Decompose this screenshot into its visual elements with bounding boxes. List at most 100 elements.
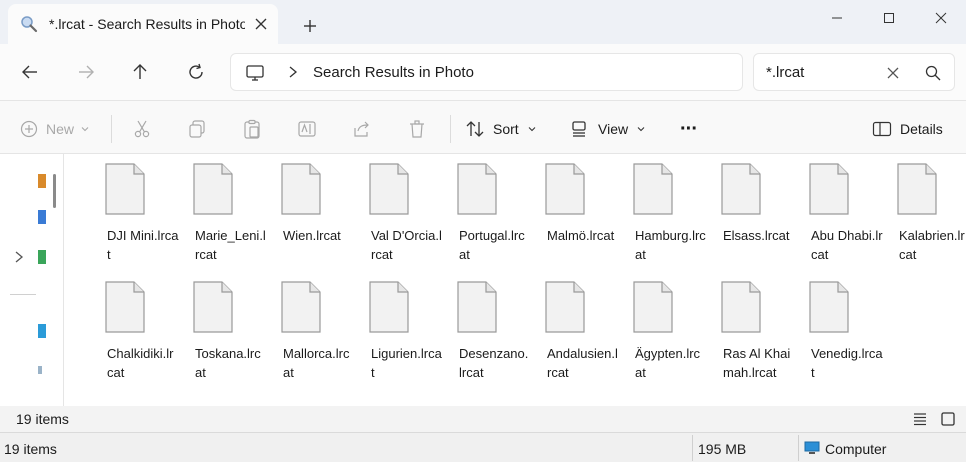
tab-title: *.lrcat - Search Results in Photo bbox=[49, 16, 245, 32]
navigation-pane bbox=[0, 154, 64, 406]
navigation-bar: Search Results in Photo *.lrcat bbox=[0, 44, 966, 100]
item-count-bar: 19 items bbox=[0, 406, 966, 432]
arrow-up-icon bbox=[133, 64, 147, 79]
file-icon bbox=[281, 163, 321, 215]
new-button[interactable]: New bbox=[20, 117, 90, 141]
desktop-icon[interactable] bbox=[38, 324, 46, 338]
file-name: Elsass.lrcat bbox=[723, 228, 790, 243]
address-bar[interactable]: Search Results in Photo bbox=[230, 53, 743, 91]
file-icon bbox=[281, 281, 321, 333]
title-bar: *.lrcat - Search Results in Photo bbox=[0, 0, 966, 44]
active-tab[interactable]: *.lrcat - Search Results in Photo bbox=[8, 4, 278, 44]
file-icon bbox=[457, 281, 497, 333]
file-name: Kalabrien.lrcat bbox=[899, 228, 965, 262]
details-label: Details bbox=[900, 121, 943, 137]
file-name: Ras Al Khaimah.lrcat bbox=[723, 346, 791, 380]
search-box[interactable]: *.lrcat bbox=[753, 53, 955, 91]
command-bar: New Sort View ··· Details bbox=[0, 100, 966, 154]
file-icon bbox=[809, 163, 849, 215]
file-icon bbox=[897, 163, 937, 215]
chevron-down-icon bbox=[637, 127, 645, 132]
breadcrumb-location[interactable]: Search Results in Photo bbox=[313, 64, 474, 81]
up-button[interactable] bbox=[128, 60, 152, 84]
nav-pane-scrollbar[interactable] bbox=[53, 174, 56, 208]
file-icon bbox=[633, 163, 673, 215]
sort-label: Sort bbox=[493, 121, 519, 137]
new-tab-plus-icon[interactable] bbox=[300, 16, 320, 36]
file-name: Wien.lrcat bbox=[283, 228, 341, 243]
large-icons-view-icon[interactable] bbox=[940, 411, 956, 427]
file-name: Abu Dhabi.lrcat bbox=[811, 228, 883, 262]
search-icon bbox=[21, 16, 38, 33]
file-icon bbox=[721, 163, 761, 215]
status-bar: 19 items 195 MB Computer bbox=[0, 432, 966, 462]
separator bbox=[450, 115, 451, 143]
file-icon bbox=[809, 281, 849, 333]
close-icon[interactable] bbox=[252, 15, 270, 33]
chevron-right-icon[interactable] bbox=[285, 64, 301, 80]
see-more-button[interactable]: ··· bbox=[680, 117, 698, 141]
file-icon bbox=[633, 281, 673, 333]
content-area: DJI Mini.lrcat Marie_Leni.lrcat Wien.lrcat… bbox=[0, 154, 966, 406]
close-window-button[interactable] bbox=[918, 4, 964, 32]
file-name: Val D'Orcia.lrcat bbox=[371, 228, 442, 262]
file-name: Venedig.lrcat bbox=[811, 346, 883, 380]
share-button[interactable] bbox=[352, 117, 372, 141]
gallery-icon[interactable] bbox=[38, 210, 46, 224]
details-button[interactable]: Details bbox=[872, 117, 943, 141]
arrow-left-icon bbox=[22, 65, 37, 79]
search-input[interactable]: *.lrcat bbox=[766, 64, 804, 81]
file-icon bbox=[105, 281, 145, 333]
cut-button[interactable] bbox=[132, 117, 152, 141]
scissors-icon bbox=[134, 120, 150, 138]
sort-arrows-icon bbox=[466, 121, 484, 137]
monitor-icon bbox=[246, 65, 264, 81]
refresh-icon bbox=[189, 63, 203, 79]
back-button[interactable] bbox=[18, 60, 42, 84]
file-name: Desenzano.lrcat bbox=[459, 346, 529, 380]
file-name: Toskana.lrcat bbox=[195, 346, 261, 380]
file-icon bbox=[369, 163, 409, 215]
trash-icon bbox=[410, 120, 424, 138]
clear-search-icon[interactable] bbox=[884, 64, 902, 82]
copy-button[interactable] bbox=[187, 117, 207, 141]
file-icon bbox=[105, 163, 145, 215]
file-icon bbox=[193, 281, 233, 333]
separator bbox=[111, 115, 112, 143]
maximize-button[interactable] bbox=[866, 4, 912, 32]
file-icon bbox=[193, 163, 233, 215]
delete-button[interactable] bbox=[407, 117, 427, 141]
sort-button[interactable]: Sort bbox=[465, 117, 537, 141]
maximize-icon bbox=[884, 13, 894, 23]
view-label: View bbox=[598, 121, 629, 137]
close-window-icon bbox=[935, 12, 947, 24]
status-separator bbox=[798, 435, 799, 461]
arrow-right-icon bbox=[79, 65, 94, 79]
paste-button[interactable] bbox=[242, 117, 262, 141]
share-icon bbox=[354, 121, 369, 137]
details-view-icon[interactable] bbox=[912, 411, 928, 427]
rename-icon bbox=[298, 121, 316, 137]
more-dots: ··· bbox=[680, 117, 698, 140]
search-icon[interactable] bbox=[924, 64, 942, 82]
file-name: Andalusien.lrcat bbox=[547, 346, 618, 380]
clipboard-icon bbox=[244, 119, 260, 139]
view-button[interactable]: View bbox=[570, 117, 646, 141]
home-icon[interactable] bbox=[38, 174, 46, 188]
status-separator bbox=[692, 435, 693, 461]
file-name: Mallorca.lrcat bbox=[283, 346, 350, 380]
file-icon bbox=[545, 281, 585, 333]
forward-button[interactable] bbox=[74, 60, 98, 84]
rename-button[interactable] bbox=[297, 117, 317, 141]
refresh-button[interactable] bbox=[184, 60, 208, 84]
minimize-icon bbox=[832, 17, 842, 19]
computer-icon bbox=[804, 441, 820, 454]
file-name: Hamburg.lrcat bbox=[635, 228, 706, 262]
onedrive-icon[interactable] bbox=[38, 250, 46, 264]
plus-circle-icon bbox=[20, 120, 38, 138]
chevron-right-icon[interactable] bbox=[12, 250, 26, 264]
downloads-icon[interactable] bbox=[38, 366, 42, 374]
chevron-down-icon bbox=[81, 127, 89, 132]
minimize-button[interactable] bbox=[814, 4, 860, 32]
file-icon bbox=[721, 281, 761, 333]
